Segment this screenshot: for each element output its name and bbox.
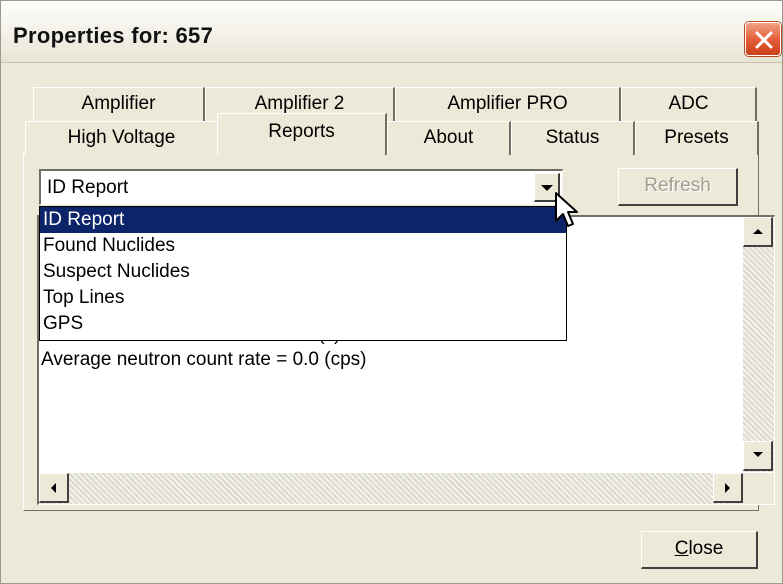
window-close-button[interactable] — [745, 22, 781, 56]
scroll-up-button[interactable] — [743, 217, 773, 247]
report-type-dropdown-list[interactable]: ID Report Found Nuclides Suspect Nuclide… — [39, 206, 567, 341]
tab-adc[interactable]: ADC — [621, 87, 757, 121]
horizontal-scrollbar[interactable] — [39, 473, 744, 504]
dropdown-option-suspect-nuclides[interactable]: Suspect Nuclides — [40, 259, 566, 285]
close-button[interactable]: Close — [641, 531, 758, 569]
scroll-right-button[interactable] — [713, 473, 743, 503]
scrollbar-corner — [743, 473, 774, 504]
vertical-scrollbar[interactable] — [743, 217, 774, 472]
tab-high-voltage[interactable]: High Voltage — [25, 121, 219, 155]
dropdown-option-gps[interactable]: GPS — [40, 311, 566, 337]
scroll-down-icon — [753, 452, 763, 457]
tab-about[interactable]: About — [387, 121, 511, 155]
dropdown-option-found-nuclides[interactable]: Found Nuclides — [40, 233, 566, 259]
tab-reports[interactable]: Reports — [217, 113, 387, 155]
refresh-button[interactable]: Refresh — [618, 168, 738, 206]
mouse-cursor-icon — [555, 192, 578, 227]
report-type-dropdown[interactable]: ID Report — [39, 169, 563, 205]
close-label-rest: lose — [688, 538, 724, 559]
tab-presets[interactable]: Presets — [635, 121, 759, 155]
dropdown-option-id-report[interactable]: ID Report — [40, 207, 566, 233]
properties-dialog: Properties for: 657 Amplifier Amplifier … — [0, 0, 783, 584]
report-line: Average neutron count rate = 0.0 (cps) — [41, 349, 367, 370]
title-bar[interactable]: Properties for: 657 — [1, 1, 782, 63]
tab-amplifier[interactable]: Amplifier — [33, 87, 205, 121]
close-mnemonic: C — [674, 538, 689, 559]
close-icon — [755, 31, 773, 49]
scroll-left-icon — [51, 483, 56, 493]
dropdown-selected-value: ID Report — [47, 177, 129, 198]
scroll-left-button[interactable] — [39, 473, 69, 503]
dropdown-option-top-lines[interactable]: Top Lines — [40, 285, 566, 311]
tab-amplifier-pro[interactable]: Amplifier PRO — [395, 87, 621, 121]
tab-status[interactable]: Status — [511, 121, 635, 155]
scroll-right-icon — [725, 483, 730, 493]
window-title: Properties for: 657 — [13, 23, 214, 48]
scroll-down-button[interactable] — [743, 441, 773, 471]
scroll-up-icon — [753, 229, 763, 234]
